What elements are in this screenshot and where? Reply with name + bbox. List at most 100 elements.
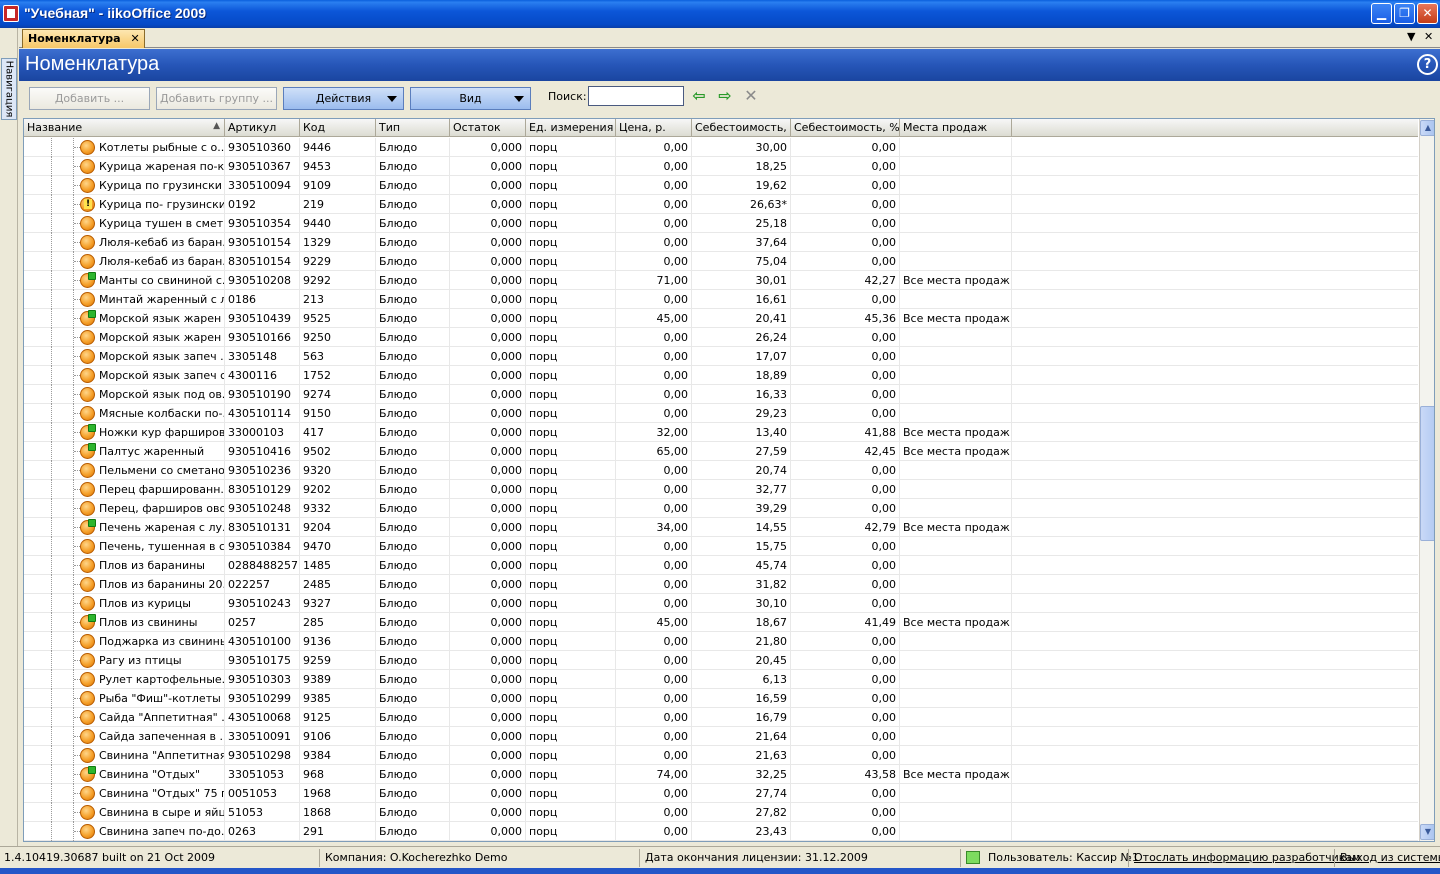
cell-name[interactable]: Рулет картофельные... xyxy=(99,672,224,687)
table-row[interactable]: Печень жареная с лу... 830510131 9204 Блюдо… xyxy=(24,518,1418,537)
cell-price[interactable]: 0,00 xyxy=(616,689,692,708)
cell-cost[interactable]: 26,63* xyxy=(692,195,791,214)
cell-name[interactable]: Перец фаршированн... xyxy=(99,482,224,497)
cell-type[interactable]: Блюдо xyxy=(376,214,450,233)
cell-sku[interactable]: 0263 xyxy=(225,822,300,841)
cell-stock[interactable]: 0,000 xyxy=(450,480,526,499)
cell-unit[interactable]: порц xyxy=(526,613,616,632)
cell-sku[interactable]: 930510416 xyxy=(225,442,300,461)
cell-stock[interactable]: 0,000 xyxy=(450,803,526,822)
cell-unit[interactable]: порц xyxy=(526,328,616,347)
cell-sku[interactable]: 0288488257 xyxy=(225,556,300,575)
cell-cost[interactable]: 37,64 xyxy=(692,233,791,252)
cell-price[interactable]: 0,00 xyxy=(616,708,692,727)
cell-price[interactable]: 0,00 xyxy=(616,499,692,518)
cell-sku[interactable]: 0192 xyxy=(225,195,300,214)
cell-stock[interactable]: 0,000 xyxy=(450,290,526,309)
cell-name[interactable]: Курица по грузински xyxy=(99,178,224,193)
cell-code[interactable]: 9502 xyxy=(300,442,376,461)
cell-cost-pct[interactable]: 0,00 xyxy=(791,670,900,689)
view-dropdown[interactable]: Вид xyxy=(410,87,531,110)
cell-type[interactable]: Блюдо xyxy=(376,138,450,157)
cell-name[interactable]: Минтай жаренный с л... xyxy=(99,292,224,307)
cell-price[interactable]: 0,00 xyxy=(616,195,692,214)
cell-code[interactable]: 9150 xyxy=(300,404,376,423)
table-row[interactable]: Рагу из птицы 930510175 9259 Блюдо 0,000 порц… xyxy=(24,651,1418,670)
cell-sku[interactable]: 930510236 xyxy=(225,461,300,480)
cell-name[interactable]: Морской язык запеч ... xyxy=(99,349,224,364)
table-row[interactable]: Сайда "Аппетитная" ... 430510068 9125 Блюдо… xyxy=(24,708,1418,727)
cell-stock[interactable]: 0,000 xyxy=(450,328,526,347)
cell-unit[interactable]: порц xyxy=(526,366,616,385)
cell-stock[interactable]: 0,000 xyxy=(450,784,526,803)
cell-stock[interactable]: 0,000 xyxy=(450,442,526,461)
cell-type[interactable]: Блюдо xyxy=(376,480,450,499)
close-button[interactable]: ✕ xyxy=(1417,3,1438,24)
cell-sku[interactable]: 930510208 xyxy=(225,271,300,290)
table-row[interactable]: Курица жареная по-к... 930510367 9453 Блюдо… xyxy=(24,157,1418,176)
table-row[interactable]: Курица тушен в смет... 930510354 9440 Блюдо… xyxy=(24,214,1418,233)
cell-type[interactable]: Блюдо xyxy=(376,537,450,556)
cell-name[interactable]: Морской язык жарен ... xyxy=(99,330,224,345)
cell-unit[interactable]: порц xyxy=(526,271,616,290)
cell-stock[interactable]: 0,000 xyxy=(450,822,526,841)
cell-type[interactable]: Блюдо xyxy=(376,803,450,822)
cell-sku[interactable]: 4300116 xyxy=(225,366,300,385)
cell-unit[interactable]: порц xyxy=(526,537,616,556)
cell-price[interactable]: 0,00 xyxy=(616,252,692,271)
cell-cost-pct[interactable]: 0,00 xyxy=(791,138,900,157)
cell-sku[interactable]: 33000103 xyxy=(225,423,300,442)
cell-type[interactable]: Блюдо xyxy=(376,366,450,385)
cell-sku[interactable]: 930510303 xyxy=(225,670,300,689)
cell-cost-pct[interactable]: 42,45 xyxy=(791,442,900,461)
cell-unit[interactable]: порц xyxy=(526,689,616,708)
cell-sku[interactable]: 430510114 xyxy=(225,404,300,423)
vertical-scrollbar[interactable]: ▲ ▼ xyxy=(1419,119,1434,841)
cell-name[interactable]: Поджарка из свинины xyxy=(99,634,224,649)
cell-sku[interactable]: 0051053 xyxy=(225,784,300,803)
cell-unit[interactable]: порц xyxy=(526,708,616,727)
cell-stock[interactable]: 0,000 xyxy=(450,727,526,746)
cell-cost-pct[interactable]: 43,58 xyxy=(791,765,900,784)
cell-code[interactable]: 9204 xyxy=(300,518,376,537)
table-row[interactable]: Минтай жаренный с л... 0186 213 Блюдо 0,000 п… xyxy=(24,290,1418,309)
cell-stock[interactable]: 0,000 xyxy=(450,461,526,480)
cell-name[interactable]: Морской язык жарен ... xyxy=(99,311,224,326)
cell-price[interactable]: 0,00 xyxy=(616,822,692,841)
cell-unit[interactable]: порц xyxy=(526,575,616,594)
table-row[interactable]: Перец, фарширов ово... 930510248 9332 Блюдо… xyxy=(24,499,1418,518)
cell-type[interactable]: Блюдо xyxy=(376,385,450,404)
app-icon[interactable] xyxy=(3,5,19,22)
cell-price[interactable]: 34,00 xyxy=(616,518,692,537)
cell-stock[interactable]: 0,000 xyxy=(450,765,526,784)
cell-type[interactable]: Блюдо xyxy=(376,347,450,366)
cell-cost[interactable]: 39,29 xyxy=(692,499,791,518)
cell-cost[interactable]: 6,13 xyxy=(692,670,791,689)
cell-cost-pct[interactable]: 0,00 xyxy=(791,784,900,803)
cell-sku[interactable]: 0257 xyxy=(225,613,300,632)
cell-price[interactable]: 32,00 xyxy=(616,423,692,442)
cell-sku[interactable]: 930510248 xyxy=(225,499,300,518)
cell-code[interactable]: 9136 xyxy=(300,632,376,651)
cell-cost-pct[interactable]: 0,00 xyxy=(791,822,900,841)
cell-unit[interactable]: порц xyxy=(526,290,616,309)
cell-price[interactable]: 0,00 xyxy=(616,803,692,822)
cell-cost-pct[interactable]: 0,00 xyxy=(791,575,900,594)
cell-cost[interactable]: 16,61 xyxy=(692,290,791,309)
cell-name[interactable]: Котлеты рыбные с о... xyxy=(99,140,224,155)
cell-cost[interactable]: 16,33 xyxy=(692,385,791,404)
cell-name[interactable]: Морской язык под ов... xyxy=(99,387,224,402)
cell-sku[interactable]: 930510384 xyxy=(225,537,300,556)
cell-places[interactable] xyxy=(900,784,1012,803)
table-row[interactable]: Плов из свинины 0257 285 Блюдо 0,000 порц 45,0… xyxy=(24,613,1418,632)
cell-price[interactable]: 45,00 xyxy=(616,613,692,632)
add-button[interactable]: Добавить ... xyxy=(29,87,150,110)
cell-cost[interactable]: 21,80 xyxy=(692,632,791,651)
cell-unit[interactable]: порц xyxy=(526,651,616,670)
tab-nomenclature[interactable]: Номенклатура ✕ xyxy=(22,29,145,48)
cell-stock[interactable]: 0,000 xyxy=(450,537,526,556)
cell-cost-pct[interactable]: 0,00 xyxy=(791,556,900,575)
minimize-button[interactable]: ▁ xyxy=(1371,3,1392,24)
cell-price[interactable]: 0,00 xyxy=(616,651,692,670)
cell-cost[interactable]: 25,18 xyxy=(692,214,791,233)
